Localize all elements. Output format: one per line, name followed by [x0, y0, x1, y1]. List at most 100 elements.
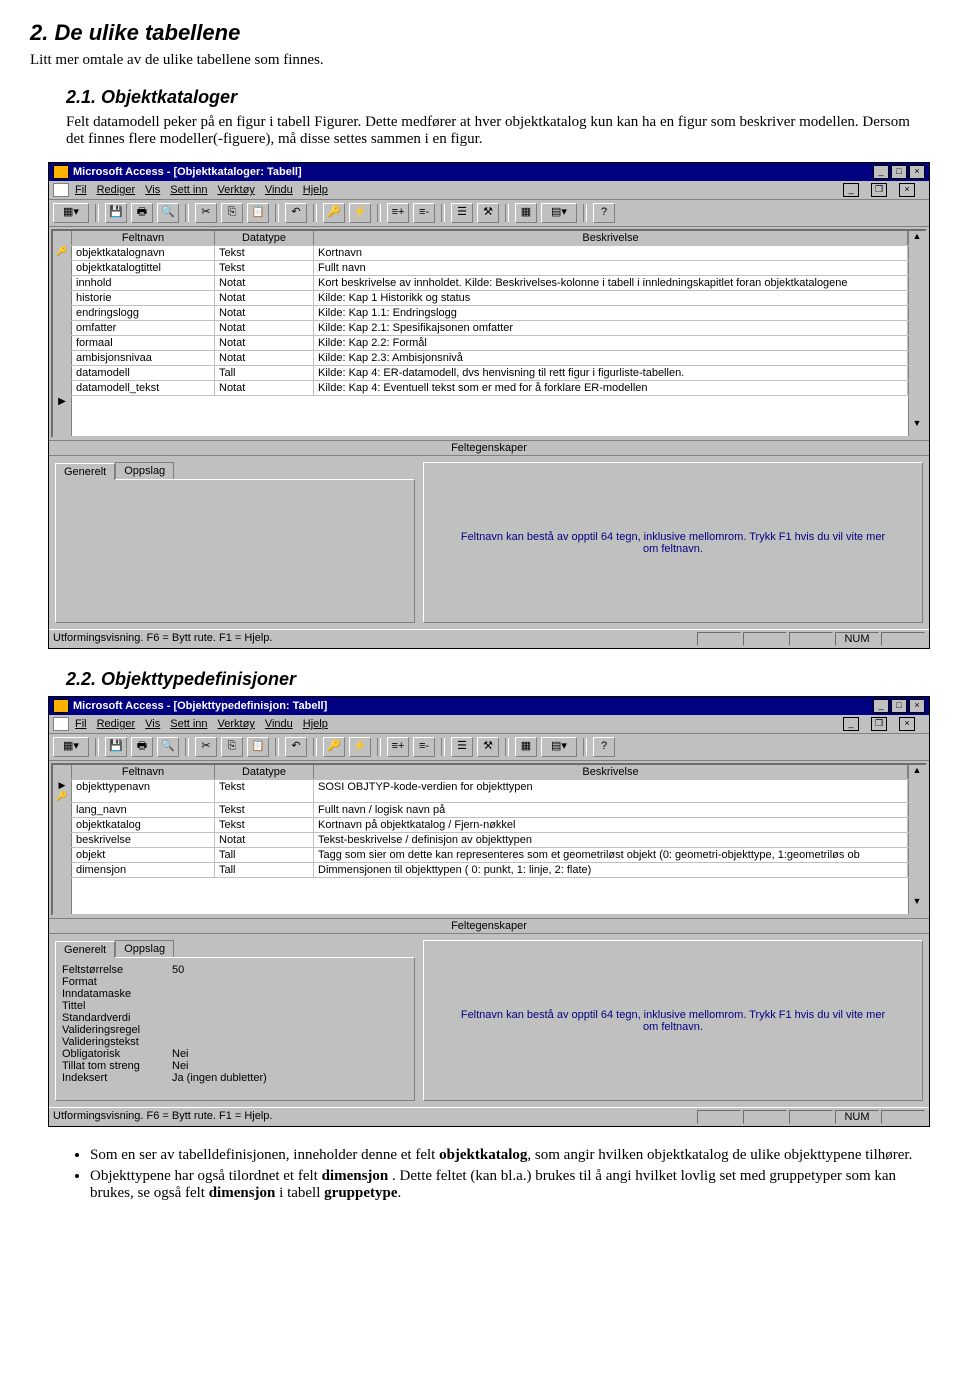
property-value[interactable] — [172, 1000, 408, 1012]
insert-row-button[interactable]: ≡+ — [387, 737, 409, 757]
properties-button[interactable]: ☰ — [451, 203, 473, 223]
property-row[interactable]: Tillat tom strengNei — [62, 1060, 408, 1072]
menu-rediger[interactable]: Rediger — [97, 184, 136, 196]
property-row[interactable]: Valideringsregel — [62, 1024, 408, 1036]
menu-verktoy[interactable]: Verktøy — [218, 184, 255, 196]
cell-datatype[interactable]: Notat — [215, 276, 314, 290]
tab-oppslag[interactable]: Oppslag — [115, 940, 174, 957]
property-row[interactable]: ObligatoriskNei — [62, 1048, 408, 1060]
cell-beskrivelse[interactable]: Dimmensjonen til objekttypen ( 0: punkt,… — [314, 863, 908, 877]
paste-button[interactable]: 📋 — [247, 203, 269, 223]
db-window-button[interactable]: ▦ — [515, 203, 537, 223]
row-selector[interactable] — [53, 336, 72, 350]
cell-feltnavn[interactable]: historie — [72, 291, 215, 305]
cell-datatype[interactable]: Tall — [215, 848, 314, 862]
cell-feltnavn[interactable]: beskrivelse — [72, 833, 215, 847]
col-datatype[interactable]: Datatype — [215, 765, 314, 779]
cell-beskrivelse[interactable]: Kilde: Kap 4: Eventuell tekst som er med… — [314, 381, 908, 395]
cell-datatype[interactable]: Notat — [215, 321, 314, 335]
col-feltnavn[interactable]: Feltnavn — [72, 231, 215, 245]
build-button[interactable]: ⚒ — [477, 203, 499, 223]
cell-datatype[interactable]: Tall — [215, 366, 314, 380]
cell-feltnavn[interactable]: innhold — [72, 276, 215, 290]
row-selector[interactable] — [53, 863, 72, 877]
key-button[interactable]: 🔑 — [323, 203, 345, 223]
row-selector[interactable] — [53, 321, 72, 335]
cell-beskrivelse[interactable]: Kortnavn på objektkatalog / Fjern-nøkkel — [314, 818, 908, 832]
cell-beskrivelse[interactable]: Kilde: Kap 2.1: Spesifikajsonen omfatter — [314, 321, 908, 335]
property-value[interactable] — [172, 976, 408, 988]
cell-feltnavn[interactable]: objektkatalognavn — [72, 246, 215, 260]
scroll-up-icon[interactable]: ▲ — [908, 765, 925, 779]
copy-button[interactable]: ⎘ — [221, 737, 243, 757]
preview-button[interactable]: 🔍 — [157, 737, 179, 757]
menu-settinn[interactable]: Sett inn — [170, 718, 207, 730]
property-value[interactable]: Nei — [172, 1048, 408, 1060]
menu-vindu[interactable]: Vindu — [265, 718, 293, 730]
cell-beskrivelse[interactable]: Fullt navn — [314, 261, 908, 275]
cell-datatype[interactable]: Tall — [215, 863, 314, 877]
property-value[interactable]: 50 — [172, 964, 408, 976]
menu-verktoy[interactable]: Verktøy — [218, 718, 255, 730]
cell-beskrivelse[interactable]: SOSI OBJTYP-kode-verdien for objekttypen — [314, 780, 908, 802]
row-selector[interactable]: 🔑 — [53, 246, 72, 260]
menu-vindu[interactable]: Vindu — [265, 184, 293, 196]
property-value[interactable] — [172, 988, 408, 1000]
cell-datatype[interactable]: Notat — [215, 351, 314, 365]
menu-vis[interactable]: Vis — [145, 184, 160, 196]
lightning-button[interactable]: ⚡ — [349, 203, 371, 223]
table-row[interactable]: ▶🔑objekttypenavnTekstSOSI OBJTYP-kode-ve… — [53, 780, 925, 803]
cell-beskrivelse[interactable]: Tekst-beskrivelse / definisjon av objekt… — [314, 833, 908, 847]
mdi-minimize-button[interactable]: _ — [843, 183, 859, 197]
table-row[interactable]: datamodellTallKilde: Kap 4: ER-datamodel… — [53, 366, 925, 381]
property-row[interactable]: Standardverdi — [62, 1012, 408, 1024]
col-datatype[interactable]: Datatype — [215, 231, 314, 245]
preview-button[interactable]: 🔍 — [157, 203, 179, 223]
cell-feltnavn[interactable]: objektkatalogtittel — [72, 261, 215, 275]
print-button[interactable]: 🖶 — [131, 203, 153, 223]
table-row[interactable]: objektTallTagg som sier om dette kan rep… — [53, 848, 925, 863]
table-row[interactable]: objektkatalogtittelTekstFullt navn — [53, 261, 925, 276]
cell-feltnavn[interactable]: objekttypenavn — [72, 780, 215, 802]
menu-rediger[interactable]: Rediger — [97, 718, 136, 730]
tab-generelt[interactable]: Generelt — [55, 941, 115, 958]
cell-beskrivelse[interactable]: Kilde: Kap 1.1: Endringslogg — [314, 306, 908, 320]
cell-beskrivelse[interactable]: Kilde: Kap 4: ER-datamodell, dvs henvisn… — [314, 366, 908, 380]
cell-datatype[interactable]: Notat — [215, 336, 314, 350]
mdi-restore-button[interactable]: ❐ — [871, 717, 887, 731]
cell-beskrivelse[interactable]: Kilde: Kap 1 Historikk og status — [314, 291, 908, 305]
cell-datatype[interactable]: Tekst — [215, 261, 314, 275]
copy-button[interactable]: ⎘ — [221, 203, 243, 223]
property-row[interactable]: Inndatamaske — [62, 988, 408, 1000]
properties-button[interactable]: ☰ — [451, 737, 473, 757]
insert-row-button[interactable]: ≡+ — [387, 203, 409, 223]
print-button[interactable]: 🖶 — [131, 737, 153, 757]
row-selector[interactable]: ▶🔑 — [53, 780, 72, 802]
property-row[interactable]: Format — [62, 976, 408, 988]
table-row[interactable]: historieNotatKilde: Kap 1 Historikk og s… — [53, 291, 925, 306]
help-button[interactable]: ? — [593, 203, 615, 223]
cell-beskrivelse[interactable]: Kilde: Kap 2.2: Formål — [314, 336, 908, 350]
property-value[interactable] — [172, 1036, 408, 1048]
cell-beskrivelse[interactable]: Kort beskrivelse av innholdet. Kilde: Be… — [314, 276, 908, 290]
row-selector[interactable] — [53, 306, 72, 320]
menu-fil[interactable]: Fil — [75, 718, 87, 730]
cut-button[interactable]: ✂ — [195, 203, 217, 223]
menu-hjelp[interactable]: Hjelp — [303, 718, 328, 730]
mdi-close-button[interactable]: × — [899, 183, 915, 197]
cut-button[interactable]: ✂ — [195, 737, 217, 757]
new-object-dropdown[interactable]: ▤▾ — [541, 737, 577, 757]
delete-row-button[interactable]: ≡- — [413, 203, 435, 223]
build-button[interactable]: ⚒ — [477, 737, 499, 757]
cell-datatype[interactable]: Notat — [215, 306, 314, 320]
save-button[interactable]: 💾 — [105, 203, 127, 223]
mdi-close-button[interactable]: × — [899, 717, 915, 731]
close-button[interactable]: × — [909, 165, 925, 179]
cell-feltnavn[interactable]: lang_navn — [72, 803, 215, 817]
paste-button[interactable]: 📋 — [247, 737, 269, 757]
table-row[interactable]: dimensjonTallDimmensjonen til objekttype… — [53, 863, 925, 878]
menu-hjelp[interactable]: Hjelp — [303, 184, 328, 196]
table-row[interactable]: beskrivelseNotatTekst-beskrivelse / defi… — [53, 833, 925, 848]
row-selector[interactable] — [53, 818, 72, 832]
help-button[interactable]: ? — [593, 737, 615, 757]
